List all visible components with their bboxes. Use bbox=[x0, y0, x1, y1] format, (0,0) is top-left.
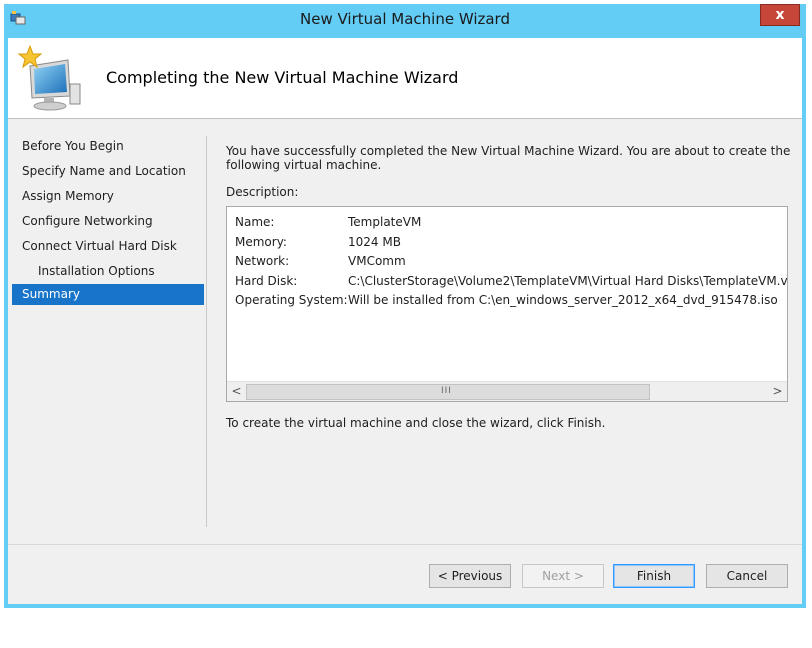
row-value: C:\ClusterStorage\Volume2\TemplateVM\Vir… bbox=[348, 273, 788, 288]
description-box[interactable]: Name: TemplateVM Memory: 1024 MB Network: V… bbox=[226, 206, 788, 402]
cancel-button[interactable]: Cancel bbox=[706, 564, 788, 588]
row-value: 1024 MB bbox=[348, 234, 401, 249]
summary-panel: You have successfully completed the New … bbox=[226, 144, 796, 430]
scroll-right-icon[interactable]: > bbox=[768, 382, 787, 401]
intro-text: You have successfully completed the New … bbox=[226, 144, 791, 172]
wizard-window: New Virtual Machine Wizard x Completing … bbox=[4, 4, 806, 608]
row-key: Memory: bbox=[235, 234, 287, 249]
row-value: TemplateVM bbox=[348, 215, 422, 229]
nav-item-before-you-begin[interactable]: Before You Begin bbox=[12, 134, 204, 159]
close-button[interactable]: x bbox=[760, 4, 800, 26]
finish-instruction: To create the virtual machine and close … bbox=[226, 416, 606, 430]
nav-item-installation-options[interactable]: Installation Options bbox=[12, 259, 204, 284]
description-row-operating-system: Operating System:Will be installed from … bbox=[235, 291, 787, 311]
row-key: Operating System: bbox=[235, 293, 348, 307]
finish-button[interactable]: Finish bbox=[613, 564, 695, 588]
footer-divider bbox=[8, 544, 802, 545]
row-key: Network: bbox=[235, 254, 290, 268]
page-title: Completing the New Virtual Machine Wizar… bbox=[106, 68, 459, 87]
computer-wizard-icon bbox=[17, 44, 81, 111]
description-row-network: Network: VMComm bbox=[235, 252, 787, 272]
previous-button[interactable]: < Previous bbox=[429, 564, 511, 588]
wizard-header: Completing the New Virtual Machine Wizar… bbox=[8, 38, 802, 118]
scroll-left-icon[interactable]: < bbox=[227, 382, 246, 401]
header-divider bbox=[8, 118, 802, 119]
row-value: VMComm bbox=[348, 254, 406, 268]
title-bar[interactable]: New Virtual Machine Wizard x bbox=[4, 4, 806, 34]
nav-item-specify-name-location[interactable]: Specify Name and Location bbox=[12, 159, 204, 184]
description-row-memory: Memory: 1024 MB bbox=[235, 233, 787, 253]
scrollbar-thumb[interactable]: III bbox=[246, 384, 650, 400]
next-button[interactable]: Next > bbox=[522, 564, 604, 588]
nav-item-summary[interactable]: Summary bbox=[12, 284, 204, 305]
wizard-steps-nav: Before You Begin Specify Name and Locati… bbox=[12, 134, 204, 305]
description-label: Description: bbox=[226, 185, 299, 199]
scroll-grip-icon: III bbox=[441, 386, 452, 396]
window-title: New Virtual Machine Wizard bbox=[300, 10, 510, 28]
row-key: Name: bbox=[235, 215, 275, 229]
nav-item-configure-networking[interactable]: Configure Networking bbox=[12, 209, 204, 234]
nav-divider bbox=[206, 136, 207, 527]
wizard-client-area: Completing the New Virtual Machine Wizar… bbox=[8, 38, 802, 604]
description-rows: Name: TemplateVM Memory: 1024 MB Network: V… bbox=[235, 213, 787, 311]
horizontal-scrollbar[interactable]: < III > bbox=[227, 381, 787, 401]
row-key: Hard Disk: bbox=[235, 273, 298, 288]
row-value: Will be installed from C:\en_windows_ser… bbox=[348, 293, 778, 307]
description-row-name: Name: TemplateVM bbox=[235, 213, 787, 233]
close-icon: x bbox=[775, 7, 785, 23]
description-row-hard-disk: Hard Disk: C:\ClusterStorage\Volume2\Temp… bbox=[235, 272, 787, 292]
nav-item-assign-memory[interactable]: Assign Memory bbox=[12, 184, 204, 209]
nav-item-connect-virtual-hard-disk[interactable]: Connect Virtual Hard Disk bbox=[12, 234, 204, 259]
